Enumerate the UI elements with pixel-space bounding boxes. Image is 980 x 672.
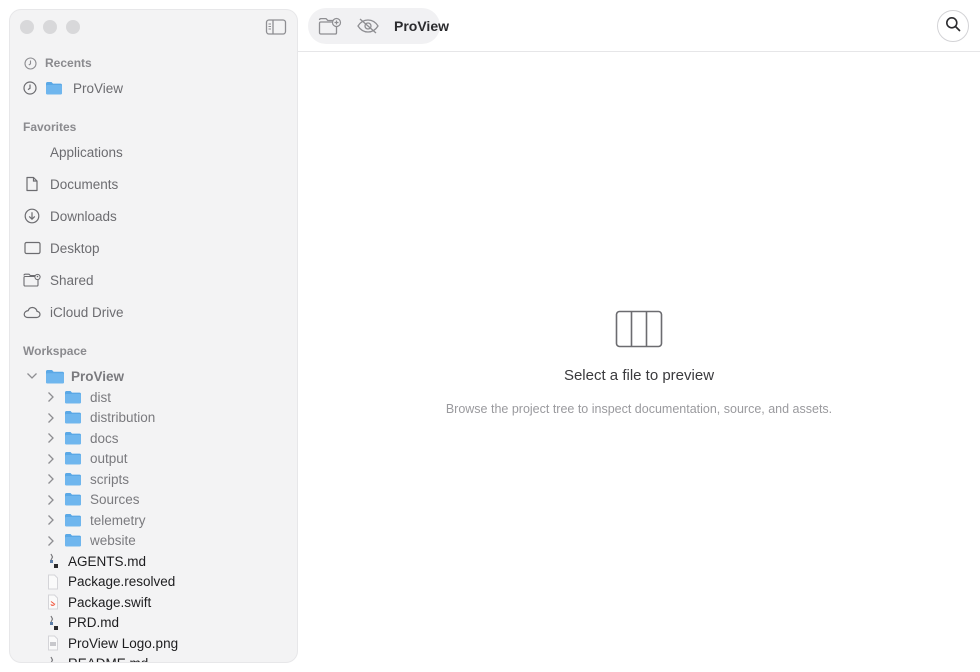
- shared-folder-icon: [23, 271, 41, 289]
- tree-folder-row[interactable]: Sources: [44, 490, 140, 510]
- sidebar-item-applications[interactable]: Applications: [23, 140, 123, 164]
- tree-folder-label: website: [90, 533, 136, 548]
- sidebar-item-label: Documents: [50, 176, 119, 192]
- sidebar-item-label: Desktop: [50, 240, 100, 256]
- document-icon: [23, 175, 41, 193]
- file-icon: [46, 553, 60, 569]
- desktop-icon: [23, 239, 41, 257]
- recent-item-label: ProView: [73, 80, 124, 96]
- toolbar: ProView: [298, 0, 980, 52]
- sidebar-item-label: iCloud Drive: [50, 304, 124, 320]
- sidebar-item-desktop[interactable]: Desktop: [23, 236, 100, 260]
- folder-icon: [64, 390, 84, 405]
- sidebar-item-documents[interactable]: Documents: [23, 172, 118, 196]
- recents-header: Recents: [23, 51, 92, 75]
- tree-file-label: PRD.md: [68, 615, 120, 630]
- search-icon: [945, 16, 961, 37]
- folder-icon: [64, 431, 84, 446]
- chevron-right-icon[interactable]: [44, 390, 58, 404]
- tree-folder-row[interactable]: dist: [44, 387, 111, 407]
- workspace-header: Workspace: [23, 344, 87, 358]
- download-icon: [23, 207, 41, 225]
- hidden-eye-icon[interactable]: [356, 15, 380, 37]
- tree-folder-label: output: [90, 451, 128, 466]
- clock-icon: [23, 56, 37, 70]
- window-title: ProView: [394, 18, 449, 34]
- chevron-right-icon[interactable]: [44, 534, 58, 548]
- folder-icon: [64, 492, 84, 507]
- zoom-window-button[interactable]: [66, 20, 80, 34]
- tree-file-row[interactable]: README.md: [46, 654, 148, 662]
- tree-folder-label: Sources: [90, 492, 140, 507]
- chevron-right-icon[interactable]: [44, 472, 58, 486]
- clock-icon: [23, 81, 37, 95]
- tree-folder-row[interactable]: distribution: [44, 408, 155, 428]
- tree-folder-row[interactable]: scripts: [44, 469, 129, 489]
- recent-item-proview[interactable]: ProView: [23, 76, 123, 100]
- tree-folder-row[interactable]: docs: [44, 428, 119, 448]
- tree-folder-row[interactable]: output: [44, 449, 128, 469]
- tree-file-label: Package.resolved: [68, 574, 176, 589]
- favorites-header: Favorites: [23, 120, 77, 134]
- folder-icon: [64, 533, 84, 548]
- empty-subtitle: Browse the project tree to inspect docum…: [445, 402, 833, 416]
- sidebar-item-icloud-drive[interactable]: iCloud Drive: [23, 300, 124, 324]
- preview-empty-state: Select a file to preview Browse the proj…: [298, 52, 980, 672]
- tree-file-row[interactable]: PRD.md: [46, 613, 119, 633]
- sidebar-toggle-icon[interactable]: [265, 18, 287, 36]
- cloud-icon: [23, 303, 41, 321]
- tree-file-label: README.md: [68, 656, 148, 662]
- folder-icon: [64, 513, 84, 528]
- tree-file-label: Package.swift: [68, 594, 152, 610]
- file-icon: [46, 635, 60, 651]
- file-icon: [46, 594, 60, 610]
- empty-title: Select a file to preview: [563, 367, 715, 384]
- tree-folder-label: dist: [90, 389, 112, 405]
- sidebar-item-label: Applications: [50, 144, 123, 160]
- recents-label: Recents: [45, 56, 92, 70]
- folder-icon: [45, 369, 65, 384]
- tree-file-row[interactable]: ProView Logo.png: [46, 633, 178, 653]
- chevron-right-icon[interactable]: [44, 493, 58, 507]
- minimize-window-button[interactable]: [43, 20, 57, 34]
- chevron-right-icon[interactable]: [44, 513, 58, 527]
- tree-folder-label: distribution: [90, 410, 156, 425]
- search-button[interactable]: [937, 10, 969, 42]
- chevron-right-icon[interactable]: [44, 411, 58, 425]
- sidebar: Recents ProView Favorites Applications D…: [9, 9, 298, 663]
- sidebar-item-shared[interactable]: Shared: [23, 268, 94, 292]
- toolbar-pill: ProView: [308, 8, 449, 44]
- tree-file-row[interactable]: Package.swift: [46, 592, 151, 612]
- tree-folder-label: scripts: [90, 471, 130, 487]
- tree-folder-label: docs: [90, 430, 119, 446]
- folder-icon: [45, 81, 65, 96]
- applications-icon: [23, 143, 41, 161]
- sidebar-item-downloads[interactable]: Downloads: [23, 204, 117, 228]
- tree-file-label: AGENTS.md: [68, 553, 147, 569]
- file-icon: [46, 615, 60, 631]
- tree-folder-row[interactable]: website: [44, 531, 136, 551]
- folder-icon: [64, 472, 84, 487]
- tree-root-label: ProView: [71, 368, 125, 384]
- tree-file-row[interactable]: Package.resolved: [46, 572, 175, 592]
- chevron-right-icon[interactable]: [44, 452, 58, 466]
- chevron-down-icon[interactable]: [25, 369, 39, 383]
- window-controls: [20, 20, 80, 34]
- tree-file-row[interactable]: AGENTS.md: [46, 551, 146, 571]
- file-icon: [46, 656, 60, 662]
- tree-folder-row[interactable]: telemetry: [44, 510, 146, 530]
- file-icon: [46, 574, 60, 590]
- close-window-button[interactable]: [20, 20, 34, 34]
- folder-icon: [64, 410, 84, 425]
- columns-icon: [615, 310, 663, 348]
- tree-file-label: ProView Logo.png: [68, 635, 179, 651]
- sidebar-item-label: Downloads: [50, 208, 117, 224]
- folder-icon: [64, 451, 84, 466]
- new-folder-icon[interactable]: [318, 15, 342, 37]
- chevron-right-icon[interactable]: [44, 431, 58, 445]
- sidebar-item-label: Shared: [50, 272, 94, 288]
- tree-root-proview[interactable]: ProView: [25, 366, 124, 386]
- tree-folder-label: telemetry: [90, 512, 146, 528]
